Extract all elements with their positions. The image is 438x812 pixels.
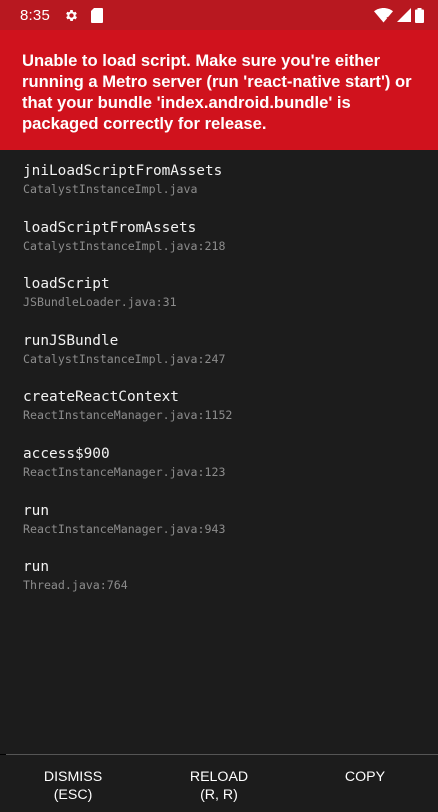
error-message: Unable to load script. Make sure you're …: [22, 51, 412, 133]
frame-method: run: [23, 559, 49, 576]
stack-frame[interactable]: run ReactInstanceManager.java:943: [23, 502, 438, 559]
stack-frame[interactable]: jniLoadScriptFromAssets CatalystInstanceI…: [23, 162, 438, 219]
frame-method: run: [23, 502, 49, 519]
gear-icon: [64, 8, 79, 23]
status-bar: 8:35 x: [0, 0, 438, 30]
frame-method: jniLoadScriptFromAssets: [23, 163, 223, 179]
status-left-icons: [64, 7, 103, 23]
frame-location: CatalystInstanceImpl.java:218: [23, 238, 226, 253]
stack-frame[interactable]: access$900 ReactInstanceManager.java:123: [23, 445, 438, 502]
stack-frame[interactable]: loadScript JSBundleLoader.java:31: [23, 275, 438, 332]
status-time: 8:35: [20, 6, 50, 24]
error-banner: Unable to load script. Make sure you're …: [0, 30, 438, 150]
frame-location: CatalystInstanceImpl.java: [23, 182, 198, 196]
frame-location: ReactInstanceManager.java:943: [23, 521, 226, 536]
wifi-icon: x: [374, 7, 393, 23]
copy-label: COPY: [344, 769, 386, 785]
sd-card-icon: [91, 7, 103, 23]
status-right-icons: x: [374, 7, 424, 23]
stack-frame[interactable]: runJSBundle CatalystInstanceImpl.java:247: [23, 332, 438, 389]
reload-label: RELOAD: [189, 769, 249, 785]
cellular-icon: [397, 8, 411, 22]
stack-frame[interactable]: run Thread.java:764: [23, 558, 438, 615]
stack-frame[interactable]: createReactContext ReactInstanceManager.j…: [23, 388, 438, 445]
frame-method: loadScriptFromAssets: [23, 219, 197, 236]
dismiss-label: DISMISS: [43, 769, 103, 785]
dismiss-shortcut: (ESC): [53, 787, 93, 803]
reload-shortcut: (R, R): [200, 787, 238, 803]
svg-text:x: x: [386, 16, 390, 23]
button-bar: DISMISS (ESC) RELOAD (R, R) COPY: [0, 755, 438, 812]
copy-button[interactable]: COPY: [292, 755, 438, 786]
frame-location: ReactInstanceManager.java:123: [23, 464, 226, 479]
frame-method: loadScript: [23, 276, 110, 293]
frame-method: access$900: [23, 445, 110, 462]
frame-location: CatalystInstanceImpl.java:247: [23, 351, 226, 366]
frame-location: ReactInstanceManager.java:1152: [23, 408, 233, 423]
battery-icon: [415, 7, 424, 23]
frame-location: Thread.java:764: [23, 578, 128, 593]
frame-location: JSBundleLoader.java:31: [23, 295, 177, 310]
frame-method: createReactContext: [23, 389, 179, 406]
reload-button[interactable]: RELOAD (R, R): [146, 755, 292, 804]
stack-trace-list[interactable]: jniLoadScriptFromAssets CatalystInstanceI…: [0, 150, 438, 754]
stack-frame[interactable]: loadScriptFromAssets CatalystInstanceImpl…: [23, 219, 438, 276]
frame-method: runJSBundle: [23, 332, 119, 349]
dismiss-button[interactable]: DISMISS (ESC): [0, 755, 146, 804]
